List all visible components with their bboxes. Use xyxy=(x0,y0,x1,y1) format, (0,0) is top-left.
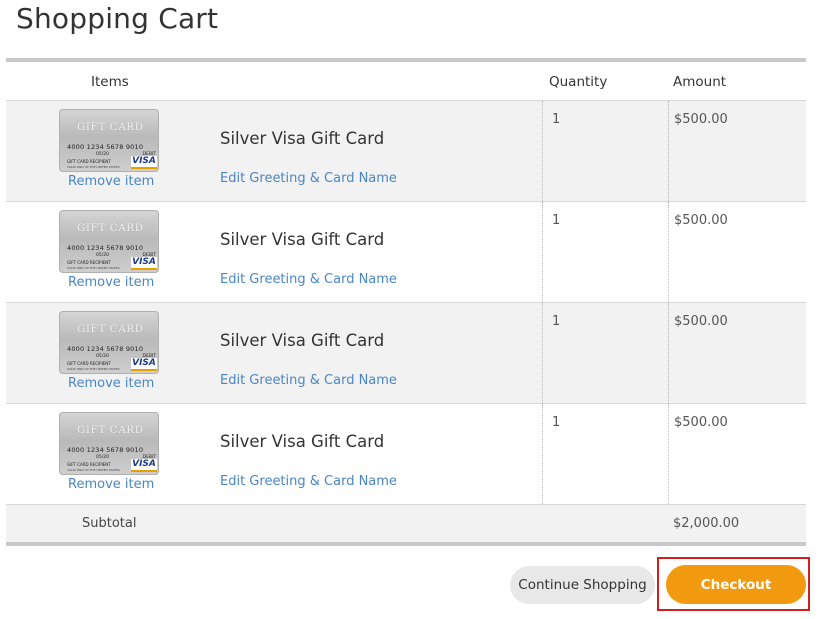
product-name: Silver Visa Gift Card xyxy=(220,432,385,451)
card-number: 4000 1234 5678 9010 xyxy=(67,143,144,151)
item-amount: $500.00 xyxy=(674,213,728,228)
item-amount: $500.00 xyxy=(674,112,728,127)
item-quantity: 1 xyxy=(552,112,561,127)
quantity-column xyxy=(542,101,669,201)
card-number: 4000 1234 5678 9010 xyxy=(67,446,144,454)
subtotal-row: Subtotal $2,000.00 xyxy=(6,505,806,542)
card-recipient: GIFT CARD RECIPIENT xyxy=(67,159,111,164)
card-validity: VALID ONLY IN THE UNITED STATES xyxy=(67,468,120,472)
gift-card-image: GIFT CARD 4000 1234 5678 9010 05/20 DEBI… xyxy=(59,210,159,273)
item-amount: $500.00 xyxy=(674,415,728,430)
product-name: Silver Visa Gift Card xyxy=(220,331,385,350)
remove-item-link[interactable]: Remove item xyxy=(68,477,154,492)
cart-table: Items Quantity Amount GIFT CARD 4000 123… xyxy=(6,58,806,546)
item-quantity: 1 xyxy=(552,213,561,228)
card-validity: VALID ONLY IN THE UNITED STATES xyxy=(67,367,120,371)
card-brand-text: GIFT CARD xyxy=(77,222,144,234)
visa-logo-icon: VISA xyxy=(131,156,157,169)
table-row: GIFT CARD 4000 1234 5678 9010 05/20 DEBI… xyxy=(6,404,806,505)
header-quantity: Quantity xyxy=(549,74,608,90)
card-number: 4000 1234 5678 9010 xyxy=(67,345,144,353)
card-recipient: GIFT CARD RECIPIENT xyxy=(67,260,111,265)
card-recipient: GIFT CARD RECIPIENT xyxy=(67,361,111,366)
product-name: Silver Visa Gift Card xyxy=(220,230,385,249)
card-brand-text: GIFT CARD xyxy=(77,424,144,436)
gift-card-image: GIFT CARD 4000 1234 5678 9010 05/20 DEBI… xyxy=(59,412,159,475)
checkout-button[interactable]: Checkout xyxy=(666,565,806,604)
gift-card-image: GIFT CARD 4000 1234 5678 9010 05/20 DEBI… xyxy=(59,109,159,172)
continue-shopping-button[interactable]: Continue Shopping xyxy=(510,566,655,604)
edit-greeting-link[interactable]: Edit Greeting & Card Name xyxy=(220,272,397,287)
header-items: Items xyxy=(91,74,129,90)
table-row: GIFT CARD 4000 1234 5678 9010 05/20 DEBI… xyxy=(6,202,806,303)
card-recipient: GIFT CARD RECIPIENT xyxy=(67,462,111,467)
visa-logo-icon: VISA xyxy=(131,257,157,270)
card-expiry: 05/20 xyxy=(96,152,109,157)
remove-item-link[interactable]: Remove item xyxy=(68,376,154,391)
subtotal-value: $2,000.00 xyxy=(673,516,740,531)
card-brand-text: GIFT CARD xyxy=(77,121,144,133)
table-row: GIFT CARD 4000 1234 5678 9010 05/20 DEBI… xyxy=(6,101,806,202)
card-number: 4000 1234 5678 9010 xyxy=(67,244,144,252)
edit-greeting-link[interactable]: Edit Greeting & Card Name xyxy=(220,373,397,388)
product-name: Silver Visa Gift Card xyxy=(220,129,385,148)
card-validity: VALID ONLY IN THE UNITED STATES xyxy=(67,165,120,169)
quantity-column xyxy=(542,202,669,302)
card-brand-text: GIFT CARD xyxy=(77,323,144,335)
visa-logo-icon: VISA xyxy=(131,358,157,371)
item-quantity: 1 xyxy=(552,415,561,430)
header-amount: Amount xyxy=(673,74,727,90)
item-amount: $500.00 xyxy=(674,314,728,329)
page-title: Shopping Cart xyxy=(16,2,219,35)
remove-item-link[interactable]: Remove item xyxy=(68,174,154,189)
table-header: Items Quantity Amount xyxy=(6,62,806,101)
card-expiry: 05/20 xyxy=(96,455,109,460)
edit-greeting-link[interactable]: Edit Greeting & Card Name xyxy=(220,171,397,186)
item-quantity: 1 xyxy=(552,314,561,329)
table-row: GIFT CARD 4000 1234 5678 9010 05/20 DEBI… xyxy=(6,303,806,404)
remove-item-link[interactable]: Remove item xyxy=(68,275,154,290)
quantity-column xyxy=(542,404,669,504)
gift-card-image: GIFT CARD 4000 1234 5678 9010 05/20 DEBI… xyxy=(59,311,159,374)
edit-greeting-link[interactable]: Edit Greeting & Card Name xyxy=(220,474,397,489)
card-expiry: 05/20 xyxy=(96,354,109,359)
card-expiry: 05/20 xyxy=(96,253,109,258)
card-validity: VALID ONLY IN THE UNITED STATES xyxy=(67,266,120,270)
subtotal-label: Subtotal xyxy=(82,516,137,531)
quantity-column xyxy=(542,303,669,403)
visa-logo-icon: VISA xyxy=(131,459,157,472)
